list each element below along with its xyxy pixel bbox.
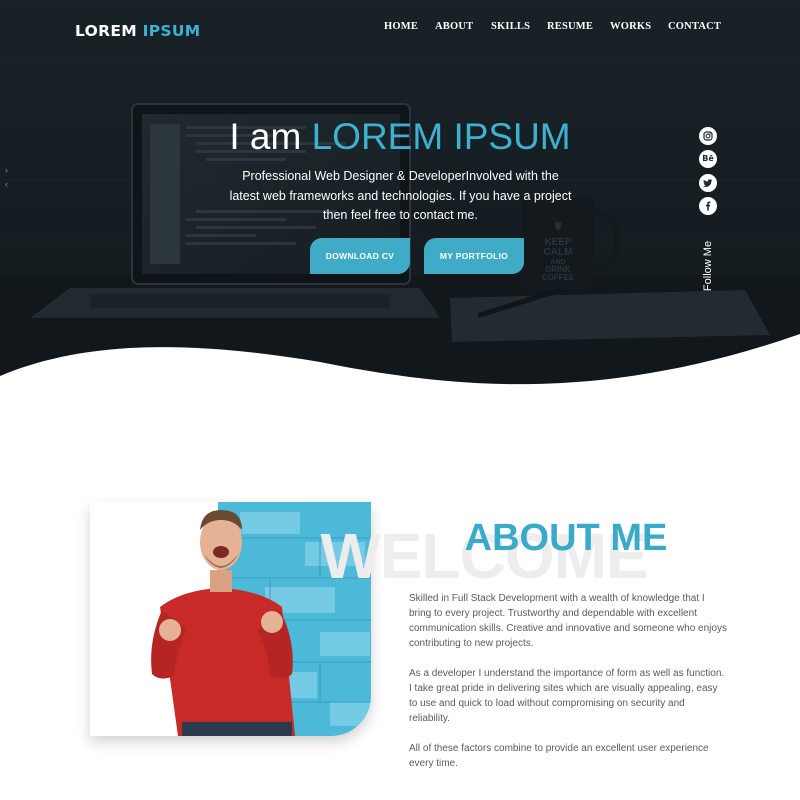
chevron-right-icon[interactable]: › xyxy=(5,166,8,175)
about-paragraph: All of these factors combine to provide … xyxy=(409,743,709,769)
nav-resume[interactable]: RESUME xyxy=(547,21,593,32)
behance-label: Bē xyxy=(702,154,714,163)
my-portfolio-button[interactable]: MY PORTFOLIO xyxy=(424,238,524,274)
hero-title-name: LOREM IPSUM xyxy=(311,116,571,157)
nav-skills[interactable]: SKILLS xyxy=(491,21,530,32)
site-logo[interactable]: LOREM IPSUM xyxy=(75,22,200,40)
facebook-icon[interactable] xyxy=(699,197,717,215)
about-paragraph: Skilled in Full Stack Development with a… xyxy=(409,593,727,649)
hero-title: I am LOREM IPSUM xyxy=(0,116,800,158)
nav-works[interactable]: WORKS xyxy=(610,21,651,32)
twitter-icon[interactable] xyxy=(699,174,717,192)
top-navbar: LOREM IPSUM HOME ABOUT SKILLS RESUME WOR… xyxy=(0,0,800,56)
download-cv-button[interactable]: DOWNLOAD CV xyxy=(310,238,410,274)
hero-title-prefix: I am xyxy=(229,116,302,157)
logo-second-word: IPSUM xyxy=(142,22,201,40)
nav-contact[interactable]: CONTACT xyxy=(668,21,721,32)
hero-subtitle: Professional Web Designer & DeveloperInv… xyxy=(229,169,572,222)
logo-first-word: LOREM xyxy=(75,22,137,40)
hero-section: ♛ KEEP CALM AND DRINK COFFEE LOREM IPSUM… xyxy=(0,0,800,400)
follow-me-label: Follow Me xyxy=(702,240,714,292)
nav-home[interactable]: HOME xyxy=(384,21,418,32)
nav-about[interactable]: ABOUT xyxy=(435,21,473,32)
about-paragraph: As a developer I understand the importan… xyxy=(409,668,725,724)
instagram-icon[interactable] xyxy=(699,127,717,145)
about-title: ABOUT ME xyxy=(464,517,668,559)
about-text: Skilled in Full Stack Development with a… xyxy=(409,591,727,786)
chevron-left-icon[interactable]: ‹ xyxy=(5,180,8,189)
behance-icon[interactable]: Bē xyxy=(699,150,717,168)
